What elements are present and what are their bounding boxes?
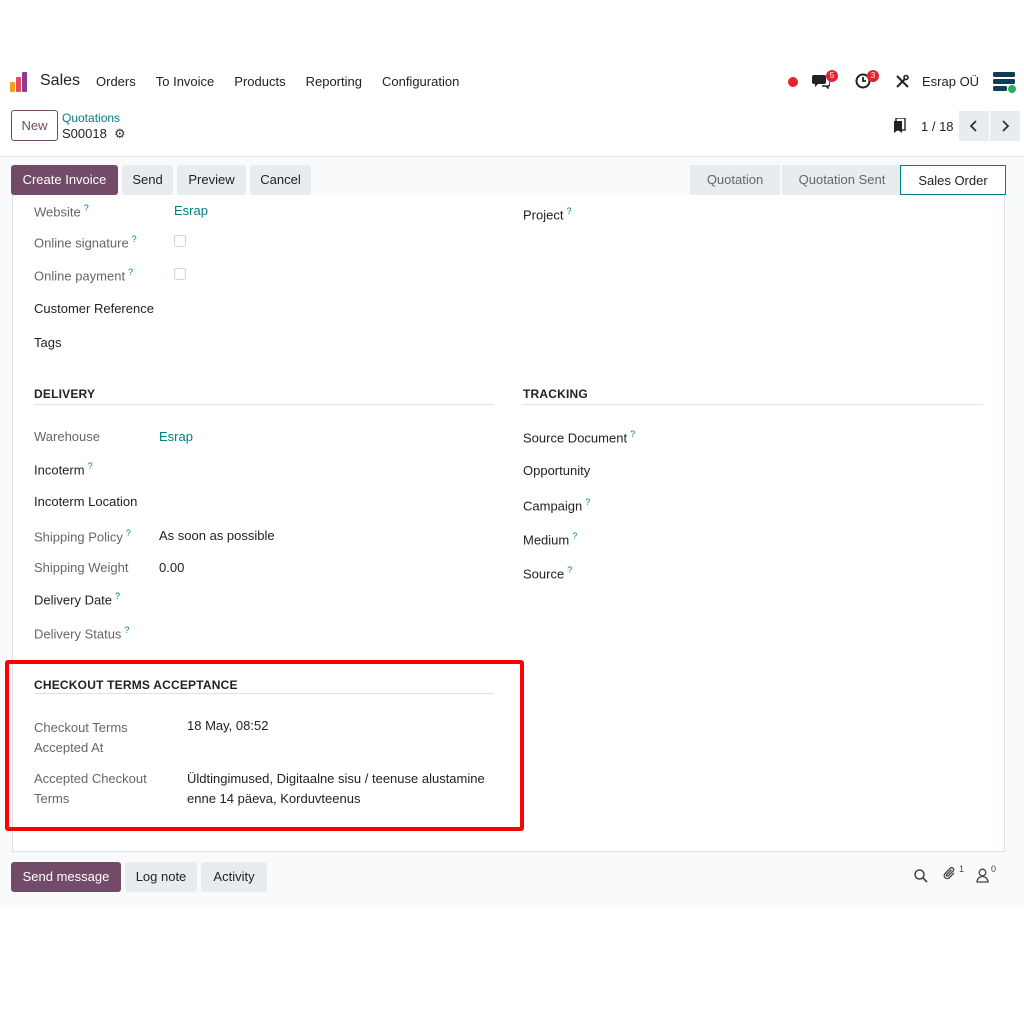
messages-badge: 5 (826, 70, 838, 82)
menu-reporting[interactable]: Reporting (306, 74, 362, 89)
tracking-section-title: TRACKING (523, 387, 588, 401)
online-payment-label: Online payment? (34, 267, 134, 284)
website-label: Website? (34, 203, 89, 220)
incoterm-label: Incoterm? (34, 461, 93, 478)
medium-label: Medium? (523, 531, 578, 548)
tracking-section-divider (523, 404, 983, 405)
source-document-label: Source Document? (523, 429, 636, 446)
menu-products[interactable]: Products (234, 74, 285, 89)
send-message-button[interactable]: Send message (11, 862, 121, 892)
online-signature-checkbox[interactable] (174, 235, 186, 247)
log-note-button[interactable]: Log note (125, 862, 197, 892)
sales-app-icon[interactable] (10, 72, 32, 92)
send-button[interactable]: Send (122, 165, 173, 195)
followers-count: 0 (991, 864, 997, 874)
campaign-label: Campaign? (523, 497, 591, 514)
delivery-date-label: Delivery Date? (34, 591, 121, 608)
stage-sales-order[interactable]: Sales Order (900, 165, 1006, 195)
attachments-paperclip-icon[interactable] (942, 866, 958, 885)
shipping-weight-value: 0.00 (159, 560, 185, 575)
status-bar: Quotation Quotation Sent Sales Order (690, 165, 1006, 195)
bookmark-icon[interactable] (893, 117, 907, 137)
menu-configuration[interactable]: Configuration (382, 74, 459, 89)
pager-value[interactable]: 1 / 18 (921, 119, 954, 134)
shipping-policy-label: Shipping Policy? (34, 528, 131, 545)
delivery-section-divider (34, 404, 494, 405)
online-signature-label: Online signature? (34, 234, 137, 251)
menu-to-invoice[interactable]: To Invoice (156, 74, 215, 89)
pager-next-button[interactable] (990, 111, 1020, 141)
followers-icon[interactable] (976, 868, 989, 886)
tags-label: Tags (34, 335, 62, 350)
source-label: Source? (523, 565, 573, 582)
main-menu: Orders To Invoice Products Reporting Con… (96, 74, 479, 89)
online-payment-checkbox[interactable] (174, 268, 186, 280)
activities-badge: 3 (867, 70, 879, 82)
warehouse-label: Warehouse (34, 429, 100, 444)
cancel-button[interactable]: Cancel (250, 165, 311, 195)
app-name[interactable]: Sales (40, 72, 80, 90)
search-icon[interactable] (914, 869, 928, 886)
opportunity-label: Opportunity (523, 463, 591, 478)
delivery-status-label: Delivery Status? (34, 625, 130, 642)
stage-quotation[interactable]: Quotation (690, 165, 780, 195)
delivery-section-title: DELIVERY (34, 387, 96, 401)
shipping-weight-label: Shipping Weight (34, 560, 129, 575)
activity-button[interactable]: Activity (201, 862, 267, 892)
preview-button[interactable]: Preview (177, 165, 246, 195)
company-name[interactable]: Esrap OÜ (922, 74, 979, 89)
status-dot-icon[interactable] (788, 77, 798, 87)
highlight-box (5, 660, 524, 831)
attachments-count: 1 (959, 864, 965, 874)
incoterm-location-label: Incoterm Location (34, 494, 138, 509)
shipping-policy-value: As soon as possible (159, 528, 275, 543)
pager-previous-button[interactable] (959, 111, 989, 141)
record-name: S00018 (62, 126, 107, 141)
website-value[interactable]: Esrap (174, 203, 208, 218)
user-avatar[interactable] (992, 70, 1018, 94)
warehouse-value[interactable]: Esrap (159, 429, 193, 444)
breadcrumb-quotations-link[interactable]: Quotations (62, 111, 120, 125)
create-invoice-button[interactable]: Create Invoice (11, 165, 118, 195)
tools-icon[interactable] (895, 74, 911, 90)
new-button[interactable]: New (11, 110, 58, 141)
customer-reference-label: Customer Reference (34, 301, 154, 316)
stage-quotation-sent[interactable]: Quotation Sent (782, 165, 902, 195)
project-label: Project? (523, 206, 572, 223)
gear-icon[interactable]: ⚙ (114, 126, 126, 142)
menu-orders[interactable]: Orders (96, 74, 136, 89)
